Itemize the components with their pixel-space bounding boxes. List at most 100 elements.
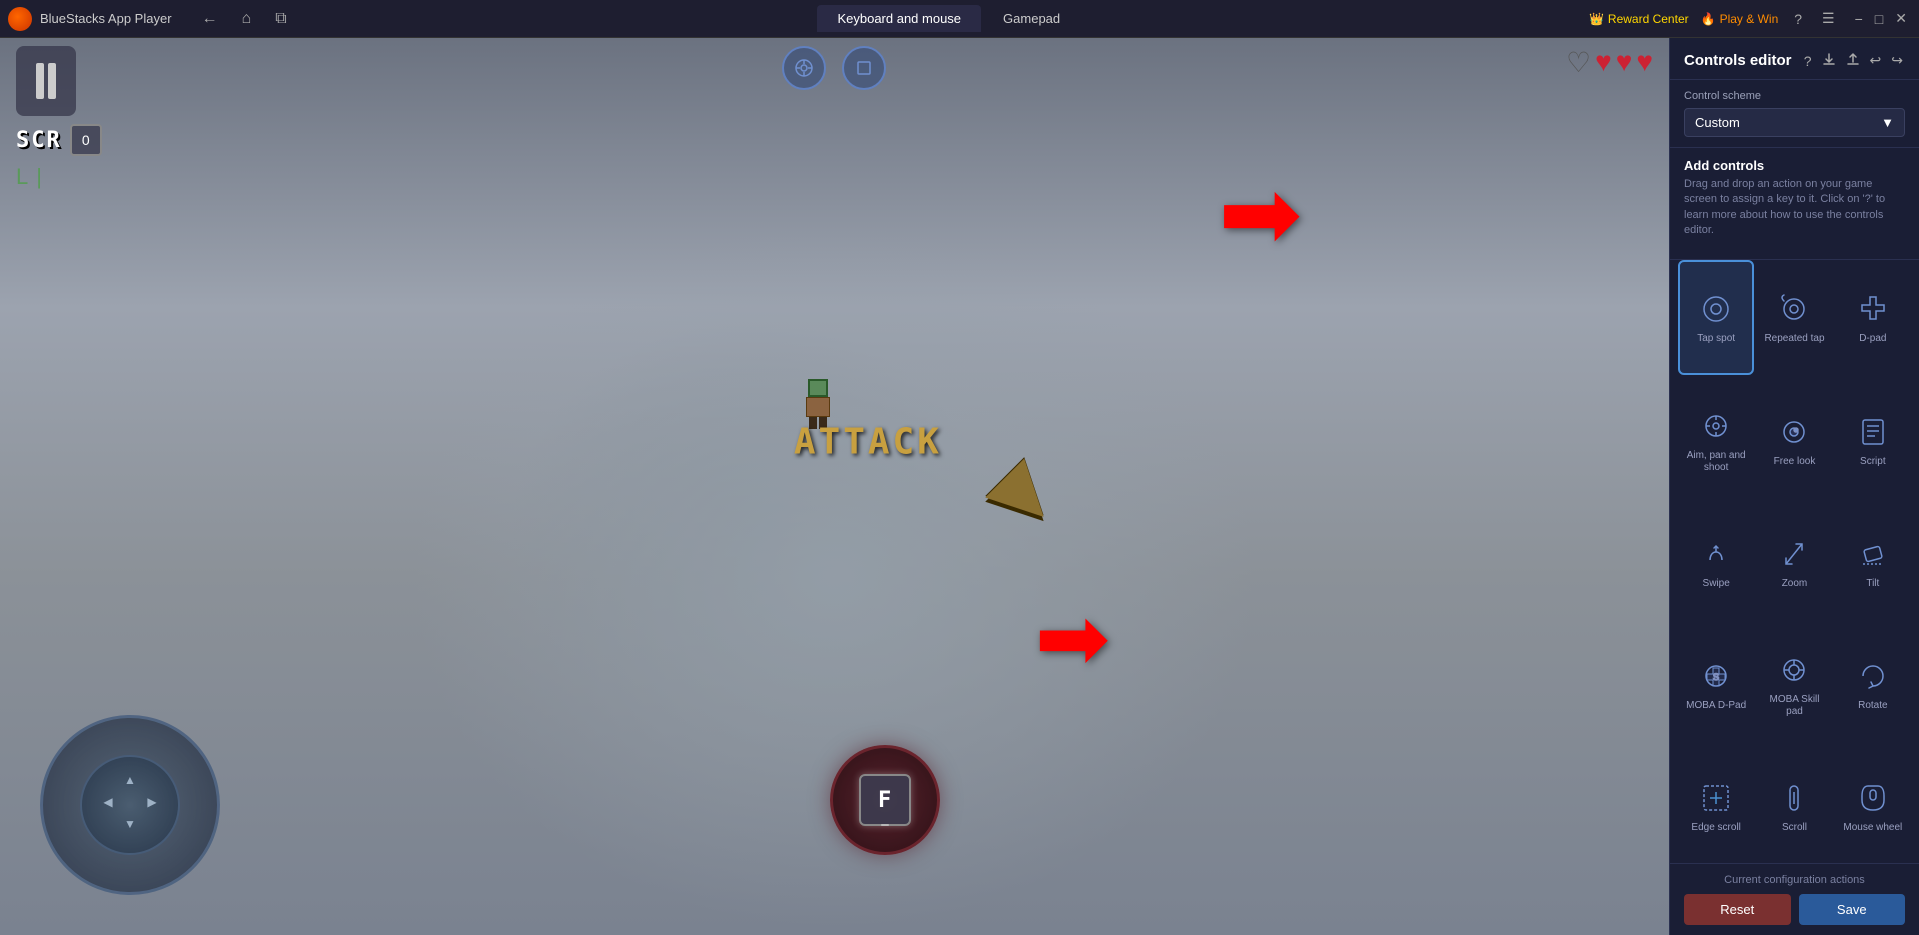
action-button-circle[interactable]: F [830,745,940,855]
import-button[interactable] [1820,50,1838,71]
aim-pan-shoot-label: Aim, pan and shoot [1683,450,1749,474]
footer-buttons: Reset Save [1684,894,1905,925]
aim-pan-shoot-icon [1697,407,1735,445]
rotate-icon [1854,657,1892,695]
undo-button[interactable]: ↩ [1868,50,1884,71]
minimize-button[interactable]: − [1851,8,1867,29]
joystick-arrows: ▲ ◀▶ ▼ [98,773,162,837]
control-item-repeated-tap[interactable]: Repeated tap [1756,260,1832,376]
edge-scroll-label: Edge scroll [1691,822,1740,834]
add-controls-title: Add controls [1684,158,1905,173]
panel-header: Controls editor ? ↩ ↪ [1670,38,1919,80]
char-body [806,397,830,417]
redo-button[interactable]: ↪ [1889,50,1905,71]
title-bar: BlueStacks App Player ← ⌂ ⧉ Keyboard and… [0,0,1919,38]
repeated-tap-label: Repeated tap [1764,333,1824,345]
moba-skill-pad-icon [1775,651,1813,689]
scroll-label: Scroll [1782,822,1807,834]
nav-home-button[interactable]: ⌂ [236,8,258,30]
control-item-moba-d-pad[interactable]: S MOBA D-Pad [1678,621,1754,747]
control-item-aim-pan-shoot[interactable]: Aim, pan and shoot [1678,377,1754,503]
panel-footer: Current configuration actions Reset Save [1670,863,1919,935]
menu-button[interactable]: ☰ [1818,8,1839,29]
d-pad-label: D-pad [1859,333,1886,345]
mouse-wheel-icon [1854,779,1892,817]
reward-center-button[interactable]: 👑 Reward Center [1589,12,1689,26]
action-button-container: F [830,745,940,855]
rotate-label: Rotate [1858,700,1887,712]
tab-bar: Keyboard and mouse Gamepad [317,5,1581,32]
export-icon [1846,52,1860,66]
panel-title: Controls editor [1684,52,1792,69]
control-item-swipe[interactable]: Swipe [1678,505,1754,619]
main-area: SCR 0 L | [0,38,1919,935]
title-bar-right: 👑 Reward Center 🔥 Play & Win ? ☰ − □ ✕ [1589,8,1911,29]
swipe-label: Swipe [1703,578,1730,590]
help-button[interactable]: ? [1790,9,1806,29]
attack-text: ATTACK [794,421,942,462]
add-controls-section: Add controls Drag and drop an action on … [1670,148,1919,260]
tilt-label: Tilt [1866,578,1879,590]
game-character [804,379,832,427]
virtual-joystick[interactable]: ▲ ◀▶ ▼ [40,715,220,895]
scheme-select[interactable]: Custom ▼ [1684,108,1905,137]
nav-buttons: ← ⌂ ⧉ [196,8,301,30]
control-item-edge-scroll[interactable]: Edge scroll [1678,749,1754,863]
nav-back-button[interactable]: ← [196,8,224,30]
tilt-icon [1854,535,1892,573]
controls-editor-panel: Controls editor ? ↩ ↪ Control scheme [1669,38,1919,935]
control-item-script[interactable]: Script [1835,377,1911,503]
svg-text:S: S [1713,672,1719,682]
joystick-inner: ▲ ◀▶ ▼ [80,755,180,855]
control-item-rotate[interactable]: Rotate [1835,621,1911,747]
script-label: Script [1860,456,1886,468]
tab-keyboard-mouse[interactable]: Keyboard and mouse [817,5,981,32]
reward-icon: 👑 [1589,12,1604,26]
free-look-icon [1775,413,1813,451]
maximize-button[interactable]: □ [1871,8,1887,29]
control-scheme-section: Control scheme Custom ▼ [1670,80,1919,148]
app-name: BlueStacks App Player [40,11,172,26]
play-win-button[interactable]: 🔥 Play & Win [1701,12,1779,26]
nav-new-button[interactable]: ⧉ [269,8,292,30]
add-controls-desc: Drag and drop an action on your game scr… [1684,177,1905,239]
control-item-moba-skill-pad[interactable]: MOBA Skill pad [1756,621,1832,747]
moba-d-pad-icon: S [1697,657,1735,695]
chevron-down-icon: ▼ [1881,115,1894,130]
app-logo [8,7,32,31]
import-icon [1822,52,1836,66]
script-icon [1854,413,1892,451]
window-controls: − □ ✕ [1851,8,1911,29]
tap-spot-label: Tap spot [1697,333,1735,345]
tap-spot-icon [1697,290,1735,328]
control-item-tap-spot[interactable]: Tap spot [1678,260,1754,376]
help-panel-button[interactable]: ? [1802,50,1814,71]
char-head [808,379,828,397]
tab-gamepad[interactable]: Gamepad [983,5,1080,32]
d-pad-icon [1854,290,1892,328]
export-button[interactable] [1844,50,1862,71]
close-button[interactable]: ✕ [1891,8,1911,29]
control-item-zoom[interactable]: Zoom [1756,505,1832,619]
mouse-wheel-label: Mouse wheel [1843,822,1902,834]
control-item-scroll[interactable]: Scroll [1756,749,1832,863]
moba-skill-pad-label: MOBA Skill pad [1761,694,1827,718]
action-key-badge: F [859,774,911,826]
moba-d-pad-label: MOBA D-Pad [1686,700,1746,712]
controls-grid: Tap spot Repeated tap D-pad Aim, pan and sh… [1670,260,1919,863]
control-item-free-look[interactable]: Free look [1756,377,1832,503]
control-item-tilt[interactable]: Tilt [1835,505,1911,619]
zoom-icon [1775,535,1813,573]
scheme-value: Custom [1695,115,1740,130]
game-area[interactable]: SCR 0 L | [0,38,1669,935]
repeated-tap-icon [1775,290,1813,328]
control-item-d-pad[interactable]: D-pad [1835,260,1911,376]
save-button[interactable]: Save [1799,894,1906,925]
red-arrow-upper: ➡ [1218,164,1302,264]
current-config-label: Current configuration actions [1684,874,1905,886]
scheme-label: Control scheme [1684,90,1905,102]
scroll-icon [1775,779,1813,817]
control-item-mouse-wheel[interactable]: Mouse wheel [1835,749,1911,863]
reset-button[interactable]: Reset [1684,894,1791,925]
red-arrow-lower: ➡ [1035,594,1110,684]
